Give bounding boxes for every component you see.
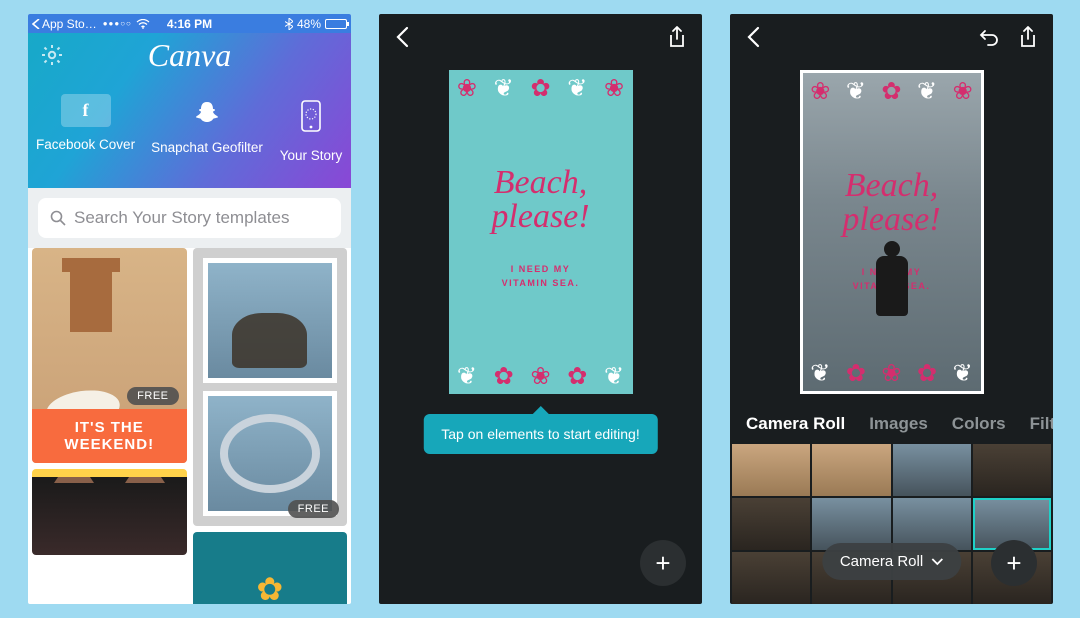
chevron-left-icon: [395, 26, 409, 48]
add-button[interactable]: +: [991, 540, 1037, 586]
tool-tabs: Camera Roll Images Colors Filt: [730, 404, 1053, 444]
facebook-icon: f: [83, 100, 89, 121]
tab-colors[interactable]: Colors: [952, 414, 1006, 434]
design-type-row: f Facebook Cover Snapchat Geofilter Your…: [28, 94, 351, 163]
status-bar: App Sto… ●●●○○ 4:16 PM 48%: [28, 14, 351, 33]
status-time: 4:16 PM: [167, 17, 212, 31]
design-type-label: Snapchat Geofilter: [151, 140, 263, 155]
tropical-border-top: ❀❦✿❦❀: [449, 70, 633, 106]
home-screen: App Sto… ●●●○○ 4:16 PM 48% Canva f Faceb…: [28, 14, 351, 604]
share-button[interactable]: [1019, 26, 1037, 48]
design-canvas[interactable]: ❀❦✿❦❀ Beach,please! I NEED MYVITAMIN SEA…: [800, 70, 984, 394]
home-header: Canva f Facebook Cover Snapchat Geofilte…: [28, 33, 351, 188]
chevron-down-icon: [931, 558, 943, 566]
design-type-facebook-cover[interactable]: f Facebook Cover: [36, 94, 135, 163]
canvas-subtitle[interactable]: I NEED MYVITAMIN SEA.: [449, 262, 633, 291]
snapchat-icon: [194, 100, 220, 124]
editor-topbar: [379, 14, 702, 60]
plus-icon: +: [655, 548, 670, 579]
status-back-label: App Sto…: [42, 17, 97, 31]
template-card[interactable]: [193, 532, 348, 604]
tab-images[interactable]: Images: [869, 414, 928, 434]
template-card[interactable]: FREE: [193, 248, 348, 526]
photo-thumb[interactable]: [732, 498, 810, 550]
bluetooth-icon: [285, 18, 293, 30]
chevron-left-icon: [746, 26, 760, 48]
search-icon: [50, 210, 66, 226]
share-icon: [668, 26, 686, 48]
share-button[interactable]: [668, 26, 686, 48]
template-headline: IT'S THE WEEKEND!: [32, 409, 187, 463]
design-type-your-story[interactable]: Your Story: [279, 94, 343, 163]
editor-screen-tooltip: ❀❦✿❦❀ Beach,please! I NEED MYVITAMIN SEA…: [379, 14, 702, 604]
design-type-snapchat-geofilter[interactable]: Snapchat Geofilter: [151, 94, 263, 163]
tab-camera-roll[interactable]: Camera Roll: [746, 414, 845, 434]
editor-tooltip: Tap on elements to start editing!: [423, 414, 657, 454]
design-type-label: Facebook Cover: [36, 137, 135, 152]
search-placeholder: Search Your Story templates: [74, 208, 289, 228]
template-grid: IT'S THE WEEKEND! FREE FREE: [28, 248, 351, 604]
tab-filters[interactable]: Filt: [1030, 414, 1053, 434]
tropical-border-bottom: ❦✿❀✿❦: [803, 355, 981, 391]
free-badge: FREE: [127, 387, 178, 405]
tropical-border-top: ❀❦✿❦❀: [803, 73, 981, 109]
wifi-icon: [136, 19, 150, 29]
free-badge: FREE: [288, 500, 339, 518]
signal-dots: ●●●○○: [103, 19, 132, 28]
design-canvas[interactable]: ❀❦✿❦❀ Beach,please! I NEED MYVITAMIN SEA…: [449, 70, 633, 394]
photo-thumb[interactable]: [973, 444, 1051, 496]
chevron-left-icon: [32, 19, 40, 29]
share-icon: [1019, 26, 1037, 48]
plus-icon: +: [1006, 548, 1021, 579]
canvas-title[interactable]: Beach,please!: [803, 169, 981, 237]
add-button[interactable]: +: [640, 540, 686, 586]
phone-icon: [301, 100, 321, 132]
template-card[interactable]: IT'S THE WEEKEND! FREE: [32, 248, 187, 463]
search-area: Search Your Story templates: [28, 188, 351, 248]
photo-thumb[interactable]: [893, 444, 971, 496]
back-button[interactable]: [746, 26, 760, 48]
editor-topbar: [730, 14, 1053, 60]
tropical-border-bottom: ❦✿❀✿❦: [449, 358, 633, 394]
undo-button[interactable]: [979, 28, 999, 46]
design-type-label: Your Story: [280, 148, 343, 163]
back-button[interactable]: [395, 26, 409, 48]
gear-icon[interactable]: [40, 43, 64, 67]
photo-subject-person: [872, 241, 912, 351]
camera-roll-chip[interactable]: Camera Roll: [822, 543, 961, 580]
camera-roll-chip-label: Camera Roll: [840, 553, 923, 570]
battery-icon: [325, 19, 347, 29]
battery-pct: 48%: [297, 17, 321, 31]
template-card[interactable]: [32, 469, 187, 555]
photo-thumb[interactable]: [812, 444, 890, 496]
canvas-area: ❀❦✿❦❀ Beach,please! I NEED MYVITAMIN SEA…: [730, 60, 1053, 404]
app-logo: Canva: [28, 37, 351, 74]
photo-thumb[interactable]: [732, 552, 810, 604]
canvas-area: ❀❦✿❦❀ Beach,please! I NEED MYVITAMIN SEA…: [379, 60, 702, 404]
status-back-app[interactable]: App Sto…: [32, 17, 97, 31]
editor-screen-camera-roll: ❀❦✿❦❀ Beach,please! I NEED MYVITAMIN SEA…: [730, 14, 1053, 604]
undo-icon: [979, 28, 999, 46]
canvas-title[interactable]: Beach,please!: [449, 166, 633, 234]
search-input[interactable]: Search Your Story templates: [38, 198, 341, 238]
tooltip-text: Tap on elements to start editing!: [441, 426, 639, 442]
photo-thumb[interactable]: [732, 444, 810, 496]
